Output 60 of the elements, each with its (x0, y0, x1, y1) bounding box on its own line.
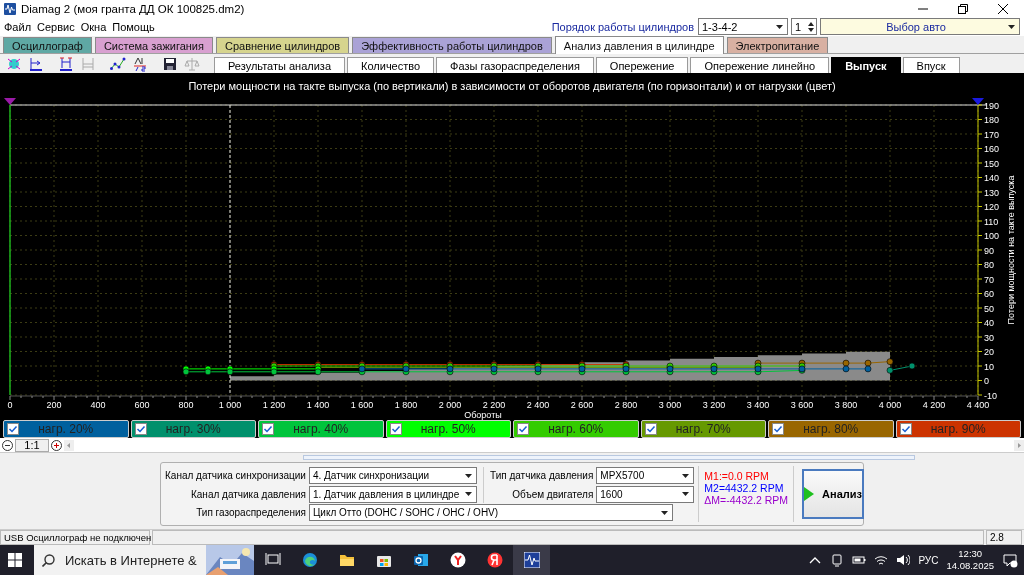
tick-label: 140 (984, 173, 1000, 183)
tick-label: 170 (984, 129, 1000, 140)
field-label: Порядок работы цилиндров (551, 20, 694, 33)
tick-label: 100 (984, 231, 1000, 241)
tick-label: 1 400 (306, 400, 330, 410)
tick-label: 80 (984, 260, 994, 270)
tick-label: 400 (90, 400, 106, 410)
tick-label: 60 (984, 289, 994, 299)
tick-label: 0 (7, 400, 13, 410)
tick-label: 600 (134, 400, 150, 410)
tick-label: 20 (984, 347, 994, 357)
window-title: Diamag 2 (моя гранта ДД ОК 100825.dm2) (21, 2, 245, 15)
cursor-reading: ΔM=-4432.2 RPM (704, 494, 789, 506)
cursor-reading: M1:=0.0 RPM (704, 470, 770, 482)
axis-title: Обороты (464, 410, 502, 420)
tick-label: 70 (984, 274, 994, 285)
tick-label: 1 200 (262, 400, 286, 410)
tick-label: 3 200 (702, 400, 726, 410)
tick-label: 10 (984, 361, 994, 372)
cursor-reading: M2=4432.2 RPM (704, 482, 785, 494)
tick-label: 130 (984, 187, 1000, 198)
tick-label: 0 (984, 376, 989, 386)
tick-label: 1 000 (218, 400, 242, 410)
tick-label: 160 (984, 144, 1000, 154)
tick-label: 200 (46, 400, 62, 410)
tick-label: 2 000 (438, 400, 462, 410)
tick-label: 2 200 (482, 400, 506, 410)
field-label: Канал датчика давления (190, 488, 306, 500)
version-text: 2.8 (986, 530, 1022, 545)
tick-label: 40 (984, 318, 994, 328)
chart-title: Потери мощности на такте выпуска (по вертикали) в зависимости от оборотов двигателя (по горизонтали) и от нагрузки (цвет) (188, 80, 836, 92)
tick-label: 800 (178, 400, 194, 410)
field-label: Объем двигателя (511, 488, 594, 500)
tick-label: 90 (984, 245, 994, 256)
tick-label: 4 200 (922, 400, 946, 410)
tick-label: 1 600 (350, 400, 374, 410)
tick-label: 190 (984, 100, 1000, 111)
tick-label: -10 (984, 390, 997, 401)
tick-label: 3 000 (658, 400, 682, 410)
tick-label: 2 400 (526, 400, 550, 410)
tick-label: 3 400 (746, 400, 770, 410)
status-text: USB Осциллограф не подключен (0, 530, 150, 545)
tick-label: 110 (984, 216, 999, 227)
tick-label: 180 (984, 115, 1000, 125)
tick-label: 30 (984, 332, 994, 343)
tick-label: 150 (984, 158, 1000, 169)
zoom-scale: 1:1 (15, 438, 49, 452)
tick-label: 3 800 (834, 400, 858, 410)
tick-label: 4 000 (878, 400, 902, 410)
field-label: Тип газораспределения (195, 507, 306, 518)
field-label: Тип датчика давления (489, 470, 594, 482)
tick-label: 1 800 (394, 400, 418, 410)
field-label: Канал датчика синхронизации (165, 470, 306, 482)
tick-label: 50 (984, 303, 994, 314)
tick-label: 3 600 (790, 400, 814, 410)
tick-label: 2 600 (570, 400, 594, 410)
tick-label: 4 400 (966, 400, 990, 410)
tick-label: 120 (984, 202, 1000, 212)
tick-label: 2 800 (614, 400, 638, 410)
axis-title: Потери мощности на такте выпуска (1006, 175, 1016, 325)
